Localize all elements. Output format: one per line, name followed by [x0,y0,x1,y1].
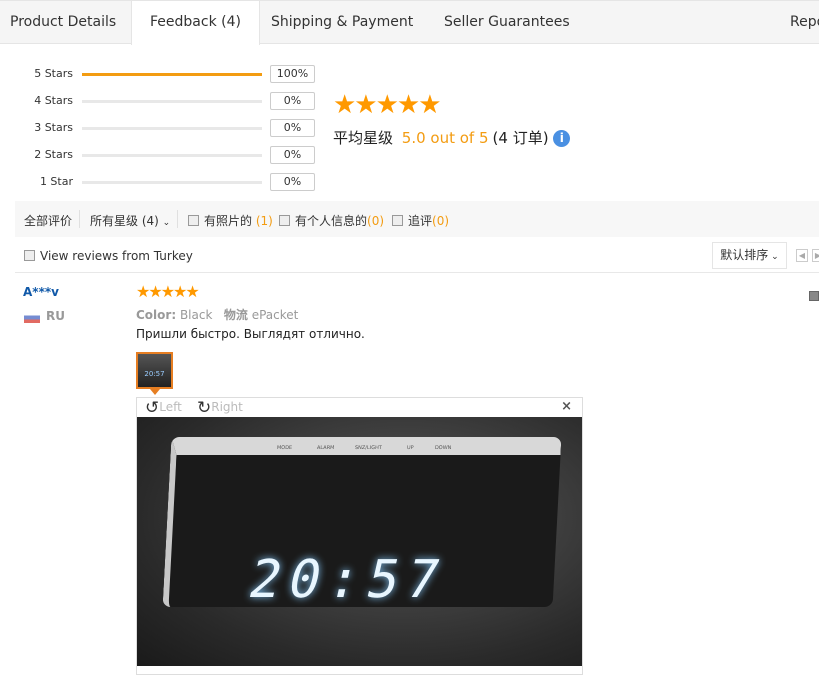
photo-viewer: ↺Left ↻Right × MODE ALARM SNZ/LIGHT UP D… [136,397,583,675]
like-icon[interactable] [809,291,819,301]
rating-label: 5 Stars [34,67,73,80]
color-value: Black [179,308,213,322]
clock-button-label: MODE [276,445,293,451]
rating-bar-fill [82,73,262,76]
info-icon[interactable]: i [553,130,571,147]
country-filter[interactable]: View reviews from Turkey [24,249,193,263]
review-photo-thumbnail[interactable]: 20:57 [136,352,173,389]
average-label: 平均星级 [333,129,394,147]
checkbox[interactable] [279,215,290,226]
rating-percent: 0% [270,146,315,164]
filter-with-info[interactable]: 有个人信息的(0) [279,212,384,229]
checkbox[interactable] [24,250,35,261]
rating-row: 2 Stars 0% [0,146,330,166]
photo-count: (1) [255,214,273,228]
tab-feedback[interactable]: Feedback (4) [131,1,260,45]
sort-label: 默认排序 [720,248,769,262]
rating-row: 1 Star 0% [0,173,330,193]
shipping-label: 物流 [223,308,248,322]
shipping-value: ePacket [251,308,299,322]
rating-percent: 0% [270,92,315,110]
filter-bar: 全部评价 所有星级 (4) ⌄ 有照片的 (1) 有个人信息的(0) 追评(0) [15,201,819,237]
filter-stars-dropdown[interactable]: 所有星级 (4) ⌄ [90,212,170,229]
country-filter-label: View reviews from Turkey [40,249,193,263]
tab-seller-guarantees[interactable]: Seller Guarantees [426,1,588,44]
color-label: Color: [136,308,177,322]
rating-label: 2 Stars [34,148,73,161]
rotate-left-label: Left [159,400,182,414]
divider [177,210,178,228]
reviewer-name[interactable]: A***v [23,285,59,299]
review-stars: ★★★★★ [136,282,200,301]
rating-bar [82,181,262,184]
rating-percent: 0% [270,119,315,137]
average-rating: 平均星级 5.0 out of 5 (4 订单) i [333,127,571,148]
photo-label: 有照片的 [204,214,253,228]
tab-shipping-payment[interactable]: Shipping & Payment [253,1,431,44]
rating-label: 4 Stars [34,94,73,107]
rotate-left-button[interactable]: ↺Left [145,398,182,418]
rating-row: 3 Stars 0% [0,119,330,139]
rating-label: 1 Star [39,175,73,188]
russia-flag-icon [24,312,40,323]
stars-dropdown-label: 所有星级 (4) [90,214,159,228]
sort-dropdown[interactable]: 默认排序 ⌄ [712,242,787,269]
chevron-down-icon: ⌄ [768,252,779,262]
rating-bar [82,154,262,157]
rotate-left-icon: ↺ [145,398,160,418]
close-icon[interactable]: × [561,399,572,414]
rating-row: 5 Stars 100% [0,65,330,85]
filter-followup[interactable]: 追评(0) [392,212,449,229]
average-score: 5.0 out of 5 [401,129,489,147]
rating-label: 3 Stars [34,121,73,134]
rotate-right-label: Right [211,400,243,414]
info-label: 有个人信息的 [295,214,368,228]
checkbox[interactable] [188,215,199,226]
rating-percent: 0% [270,173,315,191]
divider [15,272,819,273]
filter-with-photos[interactable]: 有照片的 (1) [188,212,273,229]
info-count: (0) [367,214,385,228]
tab-bar: Product Details Feedback (4) Shipping & … [0,0,819,45]
rating-bar [82,127,262,130]
rotate-right-button[interactable]: ↻Right [197,398,243,418]
rating-percent: 100% [270,65,315,83]
order-count: (4 订单) [492,129,549,147]
chevron-down-icon: ⌄ [162,218,171,228]
review-text: Пришли быстро. Выглядят отлично. [136,327,365,341]
clock-button-label: SNZ/LIGHT [354,445,383,451]
tab-product-details[interactable]: Product Details [0,1,134,44]
tab-report[interactable]: Repo [772,1,819,44]
clock-display: 20:57 [243,550,454,610]
viewer-toolbar: ↺Left ↻Right × [137,398,582,418]
review-photo: MODE ALARM SNZ/LIGHT UP DOWN 20:57 [137,417,582,666]
clock-button-label: ALARM [316,445,335,451]
clock-button-label: UP [406,445,414,451]
thumbnail-pointer [150,389,160,395]
divider [79,210,80,228]
followup-count: (0) [432,214,450,228]
rotate-right-icon: ↻ [197,398,212,418]
followup-label: 追评 [408,214,433,228]
rating-bar [82,73,262,76]
rating-bar [82,100,262,103]
filter-all[interactable]: 全部评价 [24,212,72,229]
checkbox[interactable] [392,215,403,226]
next-page-button[interactable]: ▶ [812,249,819,262]
reviewer-country: RU [46,309,65,323]
review-attributes: Color: Black 物流 ePacket [136,306,298,323]
clock-image: MODE ALARM SNZ/LIGHT UP DOWN 20:57 [162,437,562,610]
rating-row: 4 Stars 0% [0,92,330,112]
clock-button-label: DOWN [434,445,452,451]
average-stars: ★★★★★ [333,90,442,120]
prev-page-button[interactable]: ◀ [796,249,808,262]
